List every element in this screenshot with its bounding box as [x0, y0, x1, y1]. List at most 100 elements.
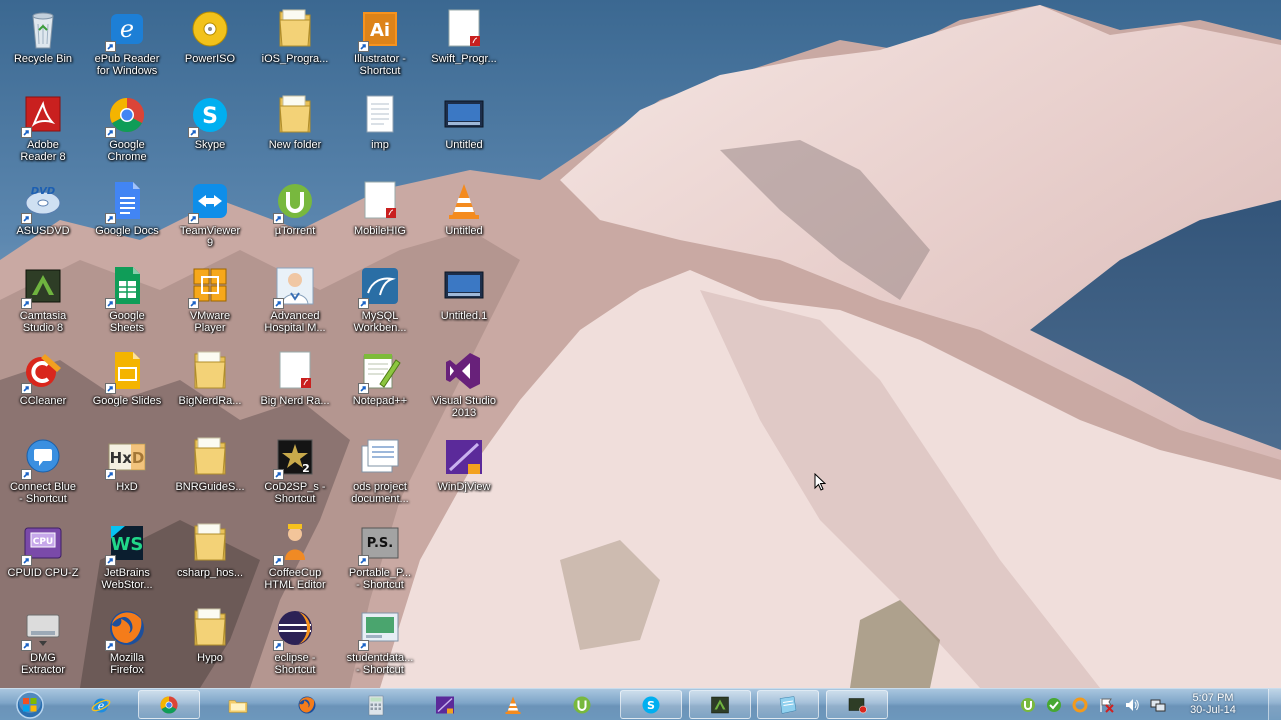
desktop-icon-adobe-reader[interactable]: Adobe Reader 8: [3, 92, 83, 174]
desktop-icon-label: MySQL Workben...: [353, 310, 407, 334]
desktop-icon-csharp-host[interactable]: csharp_hos...: [170, 520, 250, 602]
taskbar-button-camtasia[interactable]: [689, 690, 751, 719]
desktop-icon-connect-blue[interactable]: Connect Blue - Shortcut: [3, 434, 83, 516]
desktop-icon-ios-programming[interactable]: iOS_Progra...: [255, 6, 335, 88]
desktop-icon-camtasia[interactable]: Camtasia Studio 8: [3, 263, 83, 345]
desktop-icon-untitled-1[interactable]: Untitled: [424, 92, 504, 174]
desktop-icon-webstorm[interactable]: WS JetBrains WebStor...: [87, 520, 167, 602]
desktop-icon-ods-project[interactable]: ods project document...: [340, 434, 420, 516]
desktop-icon-epub-reader[interactable]: e ePub Reader for Windows: [87, 6, 167, 88]
taskbar-button-vlc[interactable]: [482, 690, 544, 719]
shortcut-arrow-icon: [21, 555, 32, 566]
pdf-document-icon: [356, 178, 404, 224]
desktop-icon-label: BNRGuideS...: [175, 481, 245, 493]
desktop-icon-poweriso[interactable]: PowerISO: [170, 6, 250, 88]
desktop-icon-illustrator[interactable]: Ai Illustrator - Shortcut: [340, 6, 420, 88]
shortcut-arrow-icon: [105, 298, 116, 309]
taskbar-clock[interactable]: 5:07 PM 30-Jul-14: [1178, 692, 1248, 716]
desktop-icon-new-folder[interactable]: New folder: [255, 92, 335, 174]
desktop-icon-coffeecup[interactable]: CoffeeCup HTML Editor: [255, 520, 335, 602]
epub-reader-icon: e: [103, 6, 151, 52]
desktop-icon-label: JetBrains WebStor...: [101, 567, 153, 591]
desktop-icon-untitled-2[interactable]: Untitled: [424, 178, 504, 260]
camtasia-recorder-icon: [845, 693, 869, 717]
desktop-icon-skype[interactable]: S Skype: [170, 92, 250, 174]
asus-dvd-icon: DVD: [19, 178, 67, 224]
shortcut-arrow-icon: [21, 213, 32, 224]
desktop-icon-label: Mozilla Firefox: [109, 652, 145, 676]
desktop-icon-label: Google Slides: [92, 395, 162, 407]
desktop-icon-dmg-extractor[interactable]: DMG Extractor: [3, 605, 83, 687]
desktop-icon-label: Advanced Hospital M...: [264, 310, 326, 334]
desktop-icon-label: DMG Extractor: [20, 652, 65, 676]
desktop-icon-bnr-guides[interactable]: BNRGuideS...: [170, 434, 250, 516]
svg-text:S: S: [202, 104, 218, 129]
utorrent-icon: [271, 178, 319, 224]
camtasia-icon: [708, 693, 732, 717]
desktop-icon-untitled-1-wmv[interactable]: Untitled.1: [424, 263, 504, 345]
desktop-icon-bignerdranch-2[interactable]: Big Nerd Ra...: [255, 348, 335, 430]
desktop-icon-cod2sp[interactable]: 2 CoD2SP_s - Shortcut: [255, 434, 335, 516]
taskbar-button-explorer[interactable]: [207, 690, 269, 719]
shortcut-arrow-icon: [105, 41, 116, 52]
folder-icon: [271, 6, 319, 52]
adobe-reader-icon: [19, 92, 67, 138]
taskbar-button-chrome[interactable]: [138, 690, 200, 719]
desktop-icon-mozilla-firefox[interactable]: Mozilla Firefox: [87, 605, 167, 687]
desktop-icon-label: BigNerdRa...: [178, 395, 242, 407]
desktop-icon-windjview[interactable]: WinDjView: [424, 434, 504, 516]
shortcut-arrow-icon: [105, 555, 116, 566]
windows-start-orb-icon[interactable]: [8, 689, 52, 720]
desktop-icon-label: PowerISO: [184, 53, 236, 65]
taskbar-button-notes[interactable]: [757, 690, 819, 719]
desktop-icon-recycle-bin[interactable]: Recycle Bin: [3, 6, 83, 88]
desktop-icon-swift-programming[interactable]: Swift_Progr...: [424, 6, 504, 88]
taskbar-button-calculator[interactable]: [345, 690, 407, 719]
check-tray-icon[interactable]: [1046, 697, 1062, 713]
desktop-icon-asusdvd[interactable]: DVD ASUSDVD: [3, 178, 83, 260]
desktop-icon-visual-studio[interactable]: Visual Studio 2013: [424, 348, 504, 430]
show-desktop-button[interactable]: [1268, 689, 1281, 720]
desktop-icon-eclipse[interactable]: eclipse - Shortcut: [255, 605, 335, 687]
taskbar-button-internet-explorer[interactable]: e: [70, 690, 132, 719]
action-center-flag-icon[interactable]: [1098, 697, 1114, 713]
desktop-icon-google-docs[interactable]: Google Docs: [87, 178, 167, 260]
shortcut-arrow-icon: [273, 640, 284, 651]
desktop-icon-advanced-hospital[interactable]: Advanced Hospital M...: [255, 263, 335, 345]
shortcut-arrow-icon: [21, 127, 32, 138]
taskbar-button-skype[interactable]: S: [620, 690, 682, 719]
mysql-workbench-icon: [356, 263, 404, 309]
desktop-icon-notepad-plus[interactable]: Notepad++: [340, 348, 420, 430]
desktop-icon-portable-ps[interactable]: P.S. Portable_P... - Shortcut: [340, 520, 420, 602]
desktop-icon-google-sheets[interactable]: Google Sheets: [87, 263, 167, 345]
desktop-icon-bignerdranch-1[interactable]: BigNerdRa...: [170, 348, 250, 430]
shortcut-arrow-icon: [105, 127, 116, 138]
taskbar-button-firefox[interactable]: [276, 690, 338, 719]
desktop-icon-imp[interactable]: imp: [340, 92, 420, 174]
text-document-icon: [356, 92, 404, 138]
shortcut-arrow-icon: [105, 213, 116, 224]
taskbar-button-utorrent[interactable]: [551, 690, 613, 719]
desktop-icon-google-chrome[interactable]: Google Chrome: [87, 92, 167, 174]
desktop-icon-utorrent[interactable]: µTorrent: [255, 178, 335, 260]
desktop-icon-hxd[interactable]: HxD HxD: [87, 434, 167, 516]
desktop-icon-teamviewer[interactable]: TeamViewer 9: [170, 178, 250, 260]
taskbar-button-recorder[interactable]: [826, 690, 888, 719]
desktop-icon-cpuz[interactable]: CPU CPUID CPU-Z: [3, 520, 83, 602]
volume-icon[interactable]: [1124, 697, 1140, 713]
desktop-icon-mysql-workbench[interactable]: MySQL Workben...: [340, 263, 420, 345]
google-docs-icon: [103, 178, 151, 224]
desktop-icon-hypo[interactable]: Hypo: [170, 605, 250, 687]
desktop-icon-ccleaner[interactable]: CCleaner: [3, 348, 83, 430]
desktop-icon-label: Untitled.1: [440, 310, 488, 322]
orange-circle-tray-icon[interactable]: [1072, 697, 1088, 713]
desktop-icon-google-slides[interactable]: Google Slides: [87, 348, 167, 430]
firefox-icon: [103, 605, 151, 651]
network-icon[interactable]: [1150, 697, 1166, 713]
utorrent-tray-icon[interactable]: [1020, 697, 1036, 713]
desktop-icon-mobilehig[interactable]: MobileHIG: [340, 178, 420, 260]
shortcut-arrow-icon: [273, 213, 284, 224]
desktop-icon-studentdata[interactable]: studentdata... - Shortcut: [340, 605, 420, 687]
desktop-icon-vmware[interactable]: VMware Player: [170, 263, 250, 345]
taskbar-button-windjview[interactable]: [414, 690, 476, 719]
